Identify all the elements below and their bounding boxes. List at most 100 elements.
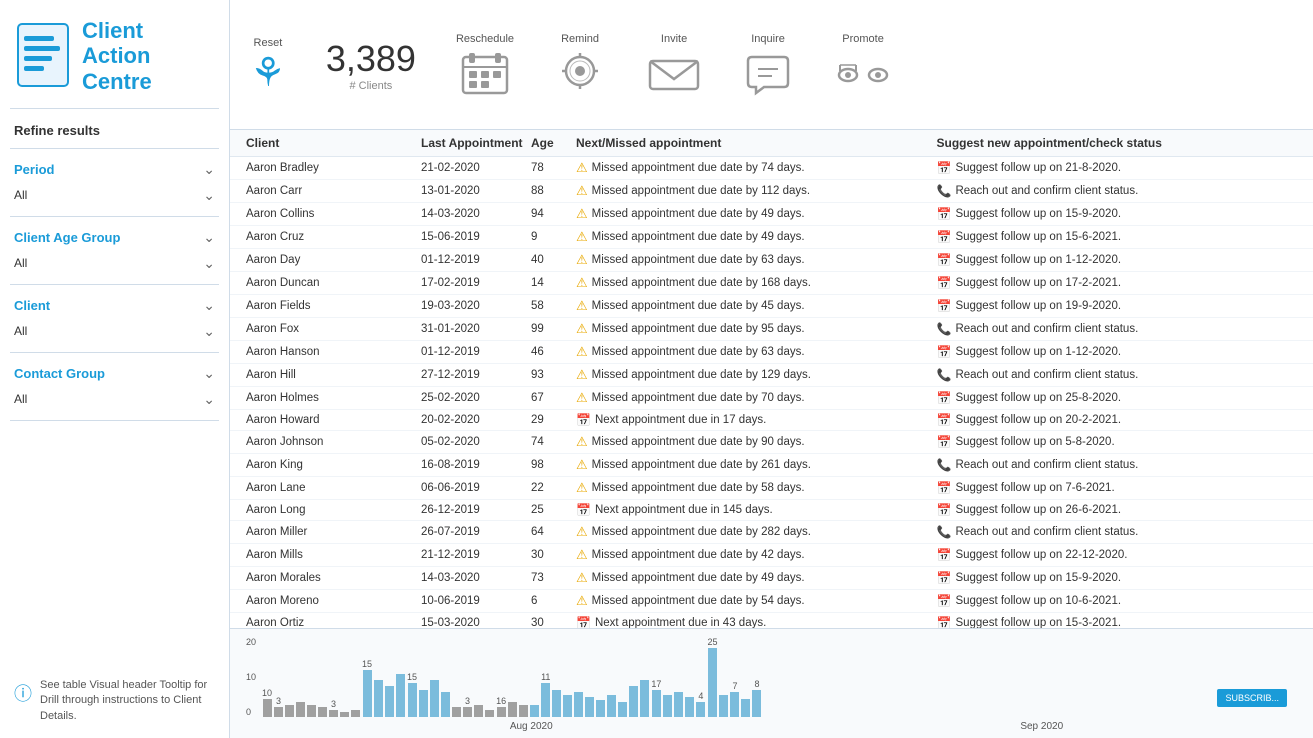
table-row[interactable]: Aaron Hill 27-12-2019 93 ⚠Missed appoint… [230, 364, 1313, 387]
chart-bar-label: 17 [651, 679, 661, 690]
filter-period-value-chevron: ⌄ [203, 187, 215, 204]
cell-suggest: 📅Suggest follow up on 7-6-2021. [937, 479, 1298, 497]
cell-client: Aaron Cruz [246, 228, 421, 246]
chart-bar [351, 710, 360, 717]
chart-bar-wrapper [530, 637, 539, 717]
table-header: Client Last Appointment Age Next/Missed … [230, 130, 1313, 157]
cell-next-missed: ⚠Missed appointment due date by 58 days. [576, 479, 937, 497]
cell-last-appt: 27-12-2019 [421, 366, 531, 384]
table-row[interactable]: Aaron Holmes 25-02-2020 67 ⚠Missed appoi… [230, 387, 1313, 410]
reschedule-label: Reschedule [456, 33, 514, 45]
table-row[interactable]: Aaron Fields 19-03-2020 58 ⚠Missed appoi… [230, 295, 1313, 318]
table-row[interactable]: Aaron Bradley 21-02-2020 78 ⚠Missed appo… [230, 157, 1313, 180]
warning-icon: ⚠ [576, 434, 588, 450]
cell-next-missed: ⚠Missed appointment due date by 129 days… [576, 366, 937, 384]
filter-period-value-row[interactable]: All ⌄ [14, 184, 215, 210]
filter-period-title-row[interactable]: Period ⌄ [14, 155, 215, 184]
filter-age-title-row[interactable]: Client Age Group ⌄ [14, 223, 215, 252]
promote-label: Promote [842, 33, 884, 45]
table-row[interactable]: Aaron Hanson 01-12-2019 46 ⚠Missed appoi… [230, 341, 1313, 364]
cell-next-missed: 📅Next appointment due in 43 days. [576, 615, 937, 628]
col-client: Client [246, 136, 421, 150]
chart-bar [329, 710, 338, 717]
filter-client[interactable]: Client ⌄ All ⌄ [0, 285, 229, 352]
calendar-red-icon: 📅 [937, 299, 952, 313]
table-row[interactable]: Aaron Howard 20-02-2020 29 📅Next appoint… [230, 410, 1313, 431]
chart-bar-label: 3 [465, 696, 470, 707]
table-row[interactable]: Aaron Cruz 15-06-2019 9 ⚠Missed appointm… [230, 226, 1313, 249]
cell-last-appt: 15-06-2019 [421, 228, 531, 246]
reset-button[interactable]: Reset ⚘ [250, 37, 286, 93]
chart-bar [419, 690, 428, 717]
filter-contact-title-row[interactable]: Contact Group ⌄ [14, 359, 215, 388]
cell-last-appt: 26-12-2019 [421, 502, 531, 518]
filter-contact-value-chevron: ⌄ [203, 391, 215, 408]
cell-last-appt: 01-12-2019 [421, 343, 531, 361]
table-row[interactable]: Aaron Moreno 10-06-2019 6 ⚠Missed appoin… [230, 590, 1313, 613]
chart-bar-wrapper [374, 637, 383, 717]
chart-bars: 10331515316111742578 [262, 637, 1297, 717]
table-row[interactable]: Aaron Day 01-12-2019 40 ⚠Missed appointm… [230, 249, 1313, 272]
cell-suggest: 📞Reach out and confirm client status. [937, 320, 1298, 338]
col-age: Age [531, 136, 576, 150]
subscribe-button[interactable]: SUBSCRIB... [1217, 689, 1287, 707]
chart-bar [452, 707, 461, 717]
cell-last-appt: 17-02-2019 [421, 274, 531, 292]
calendar-red-icon: 📅 [937, 253, 952, 267]
filter-client-value-row[interactable]: All ⌄ [14, 320, 215, 346]
chart-bar-wrapper [296, 637, 305, 717]
col-suggest: Suggest new appointment/check status [937, 136, 1298, 150]
cell-suggest: 📅Suggest follow up on 1-12-2020. [937, 251, 1298, 269]
filter-age-value-row[interactable]: All ⌄ [14, 252, 215, 278]
y-label-mid: 10 [246, 672, 256, 682]
filter-client-title-row[interactable]: Client ⌄ [14, 291, 215, 320]
warning-icon: ⚠ [576, 183, 588, 199]
table-row[interactable]: Aaron Duncan 17-02-2019 14 ⚠Missed appoi… [230, 272, 1313, 295]
chart-bar [363, 670, 372, 717]
table-row[interactable]: Aaron Long 26-12-2019 25 📅Next appointme… [230, 500, 1313, 521]
filter-period[interactable]: Period ⌄ All ⌄ [0, 149, 229, 216]
table-row[interactable]: Aaron Ortiz 15-03-2020 30 📅Next appointm… [230, 613, 1313, 628]
chart-bar [730, 692, 739, 717]
chart-bar [618, 702, 627, 717]
filter-contact-value-row[interactable]: All ⌄ [14, 388, 215, 414]
help-text: See table Visual header Tooltip for Dril… [40, 678, 215, 724]
cell-client: Aaron Howard [246, 412, 421, 428]
cell-suggest: 📞Reach out and confirm client status. [937, 456, 1298, 474]
chart-bar-wrapper [485, 637, 494, 717]
cell-next-missed: ⚠Missed appointment due date by 112 days… [576, 182, 937, 200]
table-row[interactable]: Aaron Fox 31-01-2020 99 ⚠Missed appointm… [230, 318, 1313, 341]
table-row[interactable]: Aaron King 16-08-2019 98 ⚠Missed appoint… [230, 454, 1313, 477]
table-row[interactable]: Aaron Lane 06-06-2019 22 ⚠Missed appoint… [230, 477, 1313, 500]
chart-bar-wrapper [674, 637, 683, 717]
cell-suggest: 📅Suggest follow up on 19-9-2020. [937, 297, 1298, 315]
reschedule-button[interactable]: Reschedule [456, 33, 514, 97]
cell-next-missed: ⚠Missed appointment due date by 63 days. [576, 251, 937, 269]
refine-label: Refine results [0, 109, 229, 148]
promote-button[interactable]: Promote [834, 33, 892, 97]
chart-bar-wrapper: 7 [730, 637, 739, 717]
cell-age: 30 [531, 615, 576, 628]
cell-next-missed: ⚠Missed appointment due date by 42 days. [576, 546, 937, 564]
chart-bar [474, 705, 483, 717]
calendar-red-icon: 📅 [937, 481, 952, 495]
cell-last-appt: 31-01-2020 [421, 320, 531, 338]
remind-button[interactable]: Remind [554, 33, 606, 97]
table-row[interactable]: Aaron Morales 14-03-2020 73 ⚠Missed appo… [230, 567, 1313, 590]
cell-client: Aaron Long [246, 502, 421, 518]
help-area: ⓘ See table Visual header Tooltip for Dr… [14, 678, 215, 724]
filter-contact-group[interactable]: Contact Group ⌄ All ⌄ [0, 353, 229, 420]
table-row[interactable]: Aaron Carr 13-01-2020 88 ⚠Missed appoint… [230, 180, 1313, 203]
filter-age-group[interactable]: Client Age Group ⌄ All ⌄ [0, 217, 229, 284]
table-row[interactable]: Aaron Johnson 05-02-2020 74 ⚠Missed appo… [230, 431, 1313, 454]
table-row[interactable]: Aaron Mills 21-12-2019 30 ⚠Missed appoin… [230, 544, 1313, 567]
help-icon: ⓘ [14, 680, 32, 706]
table-row[interactable]: Aaron Miller 26-07-2019 64 ⚠Missed appoi… [230, 521, 1313, 544]
table-row[interactable]: Aaron Collins 14-03-2020 94 ⚠Missed appo… [230, 203, 1313, 226]
filter-age-value-chevron: ⌄ [203, 255, 215, 272]
invite-button[interactable]: Invite [646, 33, 702, 97]
y-axis: 20 10 0 [246, 637, 262, 717]
inquire-button[interactable]: Inquire [742, 33, 794, 97]
chart-wrapper: 20 10 0 10331515316111742578 SUBSCRIB... [246, 637, 1297, 717]
chart-bar [596, 700, 605, 717]
